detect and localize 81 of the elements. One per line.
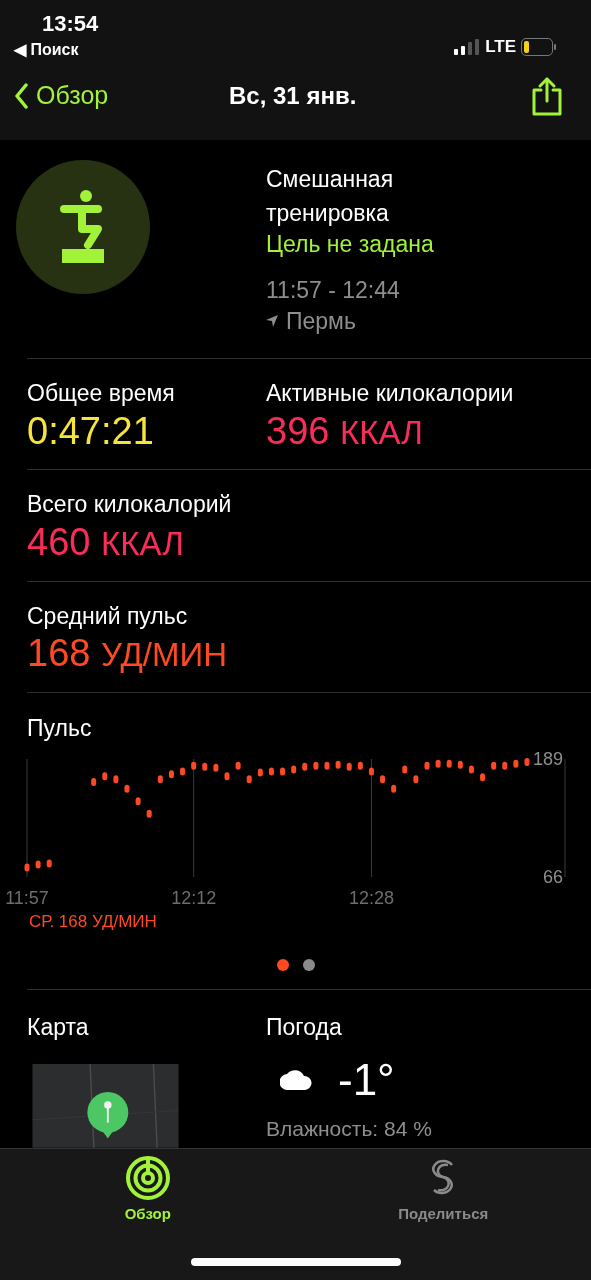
heart-rate-point (102, 772, 108, 781)
heart-rate-point (457, 761, 463, 769)
temperature: -1° (338, 1054, 395, 1107)
heart-rate-point (168, 770, 174, 779)
heart-rate-point (257, 768, 263, 777)
stat-label: Общее время (27, 379, 176, 408)
back-to-app-link[interactable]: ◀ Поиск (14, 37, 99, 62)
heart-rate-point (302, 762, 308, 771)
stat-value: 168 УД/МИН (27, 631, 228, 677)
heart-rate-point (224, 772, 230, 781)
nav-title: Вс, 31 янв. (229, 80, 357, 111)
heart-rate-point (368, 767, 374, 776)
stat-label: Активные килокалории (266, 379, 514, 408)
heart-rate-point (280, 767, 286, 776)
battery-icon (521, 38, 557, 56)
cloud-icon (280, 1069, 312, 1090)
heart-rate-point (357, 761, 363, 770)
x-axis-label: 11:57 (5, 889, 49, 908)
signal-icon (454, 39, 481, 55)
heart-rate-point (324, 761, 330, 770)
heart-rate-point (191, 761, 197, 770)
heart-rate-point (268, 767, 274, 776)
heart-rate-point (91, 778, 97, 787)
heart-rate-point (146, 809, 152, 818)
heart-rate-point (313, 761, 319, 770)
location-arrow-icon (266, 315, 278, 327)
tab[interactable]: Обзор (0, 1149, 296, 1226)
status-time: 13:54 (42, 10, 99, 38)
heart-rate-point (468, 765, 474, 774)
stat-value: 460 ККАЛ (27, 520, 185, 565)
heart-rate-point (335, 761, 341, 769)
heart-rate-point (391, 785, 397, 793)
heart-rate-point (24, 863, 30, 872)
heart-rate-point (446, 760, 452, 769)
heart-rate-point (213, 763, 219, 772)
map-title: Карта (27, 1012, 90, 1042)
workout-time-range: 11:57 - 12:44 (266, 276, 401, 305)
x-axis-label: 12:12 (171, 889, 217, 908)
stat-value: 0:47:21 (27, 408, 155, 454)
heart-rate-point (491, 761, 497, 770)
heart-rate-point (424, 761, 430, 770)
heart-rate-point (35, 860, 41, 869)
weather-title: Погода (266, 1012, 343, 1042)
chevron-left-icon (14, 82, 28, 109)
network-label: LTE (485, 36, 516, 59)
average-heart-rate: СР. 168 УД/МИН (29, 911, 158, 934)
workout-location: Пермь (286, 307, 356, 336)
stat-label: Всего килокалорий (27, 490, 233, 519)
heart-rate-point (380, 775, 386, 784)
chart-title: Пульс (27, 714, 92, 741)
heart-rate-point (113, 775, 119, 784)
heart-rate-point (124, 785, 130, 793)
tab[interactable]: Поделиться (295, 1149, 591, 1226)
y-axis-label: 189 (532, 750, 563, 769)
stat-label: Средний пульс (27, 601, 189, 631)
heart-rate-point (202, 762, 208, 771)
heart-rate-point (291, 765, 297, 774)
heart-rate-point (180, 767, 186, 776)
heart-rate-point (46, 859, 52, 868)
heart-rate-point (402, 765, 408, 774)
x-axis-label: 12:28 (348, 889, 394, 908)
heart-rate-point (135, 797, 141, 806)
share-icon (531, 75, 563, 116)
heart-rate-point (435, 760, 441, 769)
workout-name: Смешанная тренировка (266, 165, 395, 228)
heart-rate-point (502, 761, 508, 770)
workout-goal: Цель не задана (266, 230, 435, 258)
heart-rate-point (246, 775, 252, 784)
stat-value: 396 ККАЛ (266, 408, 424, 454)
heart-rate-point (413, 775, 419, 784)
rings-icon (124, 1155, 171, 1201)
back-button[interactable]: Обзор (14, 76, 109, 115)
heart-rate-point (346, 762, 352, 771)
heart-rate-point (157, 775, 163, 784)
heart-rate-point (235, 761, 241, 770)
share-button[interactable] (531, 75, 563, 116)
y-axis-label: 66 (542, 868, 563, 887)
humidity: Влажность: 84 % (266, 1116, 432, 1143)
heart-rate-point (513, 760, 519, 769)
heart-rate-point (524, 758, 530, 767)
heart-rate-point (480, 773, 486, 782)
